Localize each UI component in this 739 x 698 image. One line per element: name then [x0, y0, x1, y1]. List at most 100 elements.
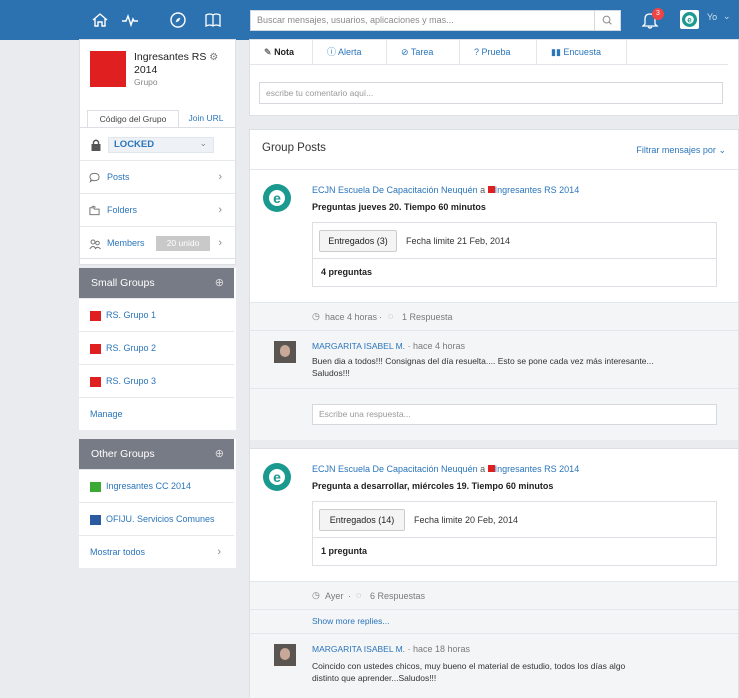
group-name-line1: Ingresantes RS — [134, 51, 207, 63]
ecjn-logo-icon[interactable]: e — [262, 183, 292, 213]
comment-input[interactable]: escribe tu comentario aquí... — [259, 82, 723, 104]
group-color-square — [90, 344, 101, 354]
chevron-right-icon: › — [217, 546, 221, 558]
separator-dot: · — [348, 591, 351, 601]
tab-join-url[interactable]: Join URL — [182, 110, 230, 128]
show-all-label: Mostrar todos — [90, 547, 146, 557]
user-avatar[interactable] — [274, 644, 296, 666]
search-icon[interactable] — [594, 11, 620, 30]
small-group-label: RS. Grupo 2 — [106, 343, 157, 353]
reply-composer: Escribe una respuesta... — [250, 388, 738, 440]
reply-author-link[interactable]: MARGARITA ISABEL M. — [312, 644, 405, 654]
quiz-box: Entregados (3) Fecha limite 21 Feb, 2014… — [312, 222, 717, 287]
tab-label: Prueba — [481, 47, 511, 57]
reply-meta: MARGARITA ISABEL M. · hace 4 horas — [312, 341, 465, 351]
chevron-down-icon: ⌄ — [199, 138, 207, 148]
locked-select[interactable]: LOCKED ⌄ — [108, 137, 214, 153]
tab-task[interactable]: ⊘ Tarea — [387, 40, 460, 65]
filter-posts-dropdown[interactable]: Filtrar mensajes por ⌄ — [636, 145, 726, 156]
other-group-item[interactable]: OFIJU. Servicios Comunes — [79, 502, 234, 535]
reply: MARGARITA ISABEL M. · hace 4 horas Buen … — [250, 331, 738, 388]
post-footer: ◷ hace 4 horas · ◌ 1 Respuesta — [250, 302, 738, 331]
clock-icon: ◷ — [312, 590, 320, 600]
post-group-link[interactable]: Ingresantes RS 2014 — [495, 185, 580, 195]
post-author-link[interactable]: ECJN Escuela De Capacitación Neuquén — [312, 464, 478, 474]
tab-alert[interactable]: ⓘ Alerta — [313, 40, 387, 65]
other-groups-title: Other Groups — [91, 448, 155, 460]
bar-chart-icon: ▮▮ — [551, 47, 561, 57]
post-group-link[interactable]: Ingresantes RS 2014 — [495, 464, 580, 474]
clock-icon: ◷ — [312, 311, 320, 321]
post-footer: ◷ Ayer · ◌ 6 Respuestas — [250, 581, 738, 610]
add-circle-icon[interactable]: ⊕ — [215, 268, 224, 298]
reply-text: Buen dia a todos!!! Consignas del día re… — [312, 355, 722, 379]
show-more-label: Show more replies... — [312, 616, 390, 626]
small-groups-title: Small Groups — [91, 277, 155, 289]
sidebar-item-posts[interactable]: Posts › — [80, 160, 235, 193]
deadline-text: Fecha limite 20 Feb, 2014 — [414, 515, 519, 525]
delivered-button[interactable]: Entregados (3) — [319, 230, 397, 252]
other-group-item[interactable]: Ingresantes CC 2014 — [79, 469, 234, 502]
reply-author-link[interactable]: MARGARITA ISABEL M. — [312, 341, 405, 351]
chevron-down-icon[interactable]: ⌄ — [723, 11, 731, 22]
reply-input[interactable]: Escribe una respuesta... — [312, 404, 717, 425]
group-color-square — [90, 377, 101, 387]
chevron-right-icon: › — [218, 204, 222, 216]
notification-badge[interactable]: 3 — [652, 8, 664, 20]
post-author-link[interactable]: ECJN Escuela De Capacitación Neuquén — [312, 185, 478, 195]
book-icon[interactable] — [203, 10, 223, 30]
group-color-square — [487, 465, 495, 472]
compass-icon[interactable] — [168, 10, 188, 30]
reply-text-line: Buen dia a todos!!! Consignas del día re… — [312, 356, 654, 366]
group-nav: Posts › Folders › Members 20 unido › — [79, 160, 236, 259]
post-time: Ayer — [325, 591, 344, 601]
tab-group-code[interactable]: Código del Grupo — [87, 110, 179, 128]
chevron-down-icon: ⌄ — [718, 145, 726, 155]
composer-tabs: ✎ Nota ⓘ Alerta ⊘ Tarea ? Prueba ▮▮ Encu… — [250, 40, 728, 65]
user-avatar[interactable]: e — [680, 10, 699, 29]
search-input[interactable]: Buscar mensajes, usuarios, aplicaciones … — [250, 10, 621, 31]
sidebar-item-label: Posts — [107, 172, 130, 182]
post-header: ECJN Escuela De Capacitación Neuquén a I… — [312, 464, 579, 474]
tab-poll[interactable]: ▮▮ Encuesta — [537, 40, 627, 65]
delivered-button[interactable]: Entregados (14) — [319, 509, 405, 531]
user-menu-label[interactable]: Yo — [707, 12, 717, 22]
tab-note[interactable]: ✎ Nota — [250, 40, 313, 65]
post: e ECJN Escuela De Capacitación Neuquén a… — [250, 170, 738, 440]
small-group-label: RS. Grupo 3 — [106, 376, 157, 386]
other-group-label: Ingresantes CC 2014 — [106, 481, 192, 491]
reply-text-line: Coincido con ustedes chicos, muy bueno e… — [312, 661, 626, 671]
tab-divider — [80, 127, 235, 128]
home-icon[interactable] — [90, 10, 110, 30]
sidebar-item-folders[interactable]: Folders › — [80, 193, 235, 226]
sidebar-item-members[interactable]: Members 20 unido › — [80, 226, 235, 259]
show-more-replies[interactable]: Show more replies... — [250, 610, 738, 634]
small-group-item[interactable]: RS. Grupo 2 — [79, 331, 234, 364]
reply-text: Coincido con ustedes chicos, muy bueno e… — [312, 660, 722, 684]
add-circle-icon[interactable]: ⊕ — [215, 439, 224, 469]
svg-text:e: e — [273, 190, 281, 206]
manage-link[interactable]: Manage — [79, 397, 234, 430]
small-group-item[interactable]: RS. Grupo 3 — [79, 364, 234, 397]
group-color-square — [90, 482, 101, 492]
user-avatar[interactable] — [274, 341, 296, 363]
ecjn-logo-icon[interactable]: e — [262, 462, 292, 492]
activity-icon[interactable] — [120, 10, 140, 30]
tab-label: Tarea — [410, 47, 434, 57]
tab-quiz[interactable]: ? Prueba — [460, 40, 537, 65]
reply-count[interactable]: 6 Respuestas — [370, 591, 425, 601]
post-connector: a — [480, 464, 486, 474]
small-group-item[interactable]: RS. Grupo 1 — [79, 298, 234, 331]
filter-label: Filtrar mensajes por — [636, 145, 716, 155]
show-all-link[interactable]: Mostrar todos › — [79, 535, 234, 568]
deadline-text: Fecha limite 21 Feb, 2014 — [406, 236, 511, 246]
gear-icon[interactable]: ⚙ — [209, 52, 218, 63]
reply-text-line: distinto que aprender...Saludos!!! — [312, 673, 437, 683]
top-bar: Buscar mensajes, usuarios, aplicaciones … — [0, 0, 739, 40]
tab-label: Alerta — [338, 47, 362, 57]
group-color-square — [90, 311, 101, 321]
avatar-face — [280, 345, 290, 357]
folder-icon — [89, 205, 100, 216]
lock-icon — [91, 139, 101, 151]
reply-count[interactable]: 1 Respuesta — [402, 312, 453, 322]
